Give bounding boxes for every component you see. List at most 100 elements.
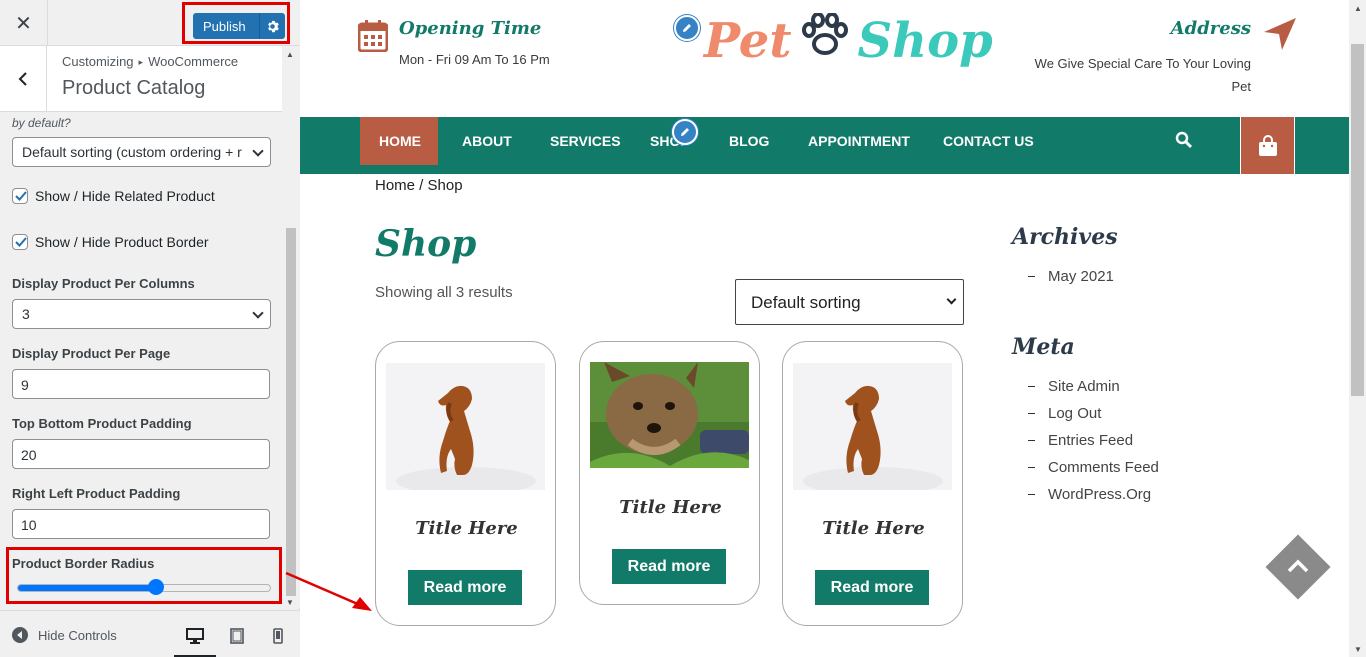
product-card[interactable]: Title Here Read more — [375, 341, 556, 626]
rl-padding-input[interactable]: 10 — [12, 509, 270, 539]
per-columns-select[interactable]: 3 — [12, 299, 271, 329]
gear-icon[interactable] — [259, 13, 285, 39]
mobile-icon[interactable] — [267, 625, 289, 647]
border-radius-slider[interactable] — [17, 584, 271, 592]
border-radius-fill — [18, 585, 157, 591]
breadcrumb-woocommerce: WooCommerce — [148, 54, 239, 69]
location-arrow-icon — [1264, 18, 1296, 50]
meta-entries-feed[interactable]: Entries Feed — [1048, 432, 1133, 449]
nav-about[interactable]: ABOUT — [462, 133, 512, 149]
breadcrumb-customizing: Customizing — [62, 54, 134, 69]
default-sorting-value: Default sorting (custom ordering + r — [22, 144, 242, 160]
tablet-icon[interactable] — [226, 625, 248, 647]
address-block: Address We Give Special Care To Your Lov… — [991, 18, 1251, 98]
shopping-bag-icon — [1258, 134, 1277, 156]
page-title: Shop — [375, 223, 477, 265]
preview-scroll-thumb[interactable] — [1351, 44, 1364, 396]
nav-home[interactable]: HOME — [379, 133, 421, 149]
product-title[interactable]: Title Here — [580, 497, 761, 518]
publish-highlight: Publish — [182, 2, 290, 44]
product-title[interactable]: Title Here — [376, 518, 557, 539]
logo-shop: Shop — [857, 13, 993, 69]
product-card[interactable]: Title Here Read more — [782, 341, 963, 626]
publish-label: Publish — [203, 18, 246, 34]
tb-padding-label: Top Bottom Product Padding — [12, 416, 192, 431]
publish-button[interactable]: Publish — [193, 13, 285, 39]
chevron-down-icon — [252, 307, 264, 319]
scroll-down-icon[interactable]: ▼ — [286, 598, 294, 607]
meta-item[interactable]: Site Admin — [1028, 373, 1159, 400]
rl-padding-label: Right Left Product Padding — [12, 486, 181, 501]
sort-select[interactable]: Default sorting — [735, 279, 964, 325]
address-title: Address — [1170, 18, 1251, 39]
customizer-footer: Hide Controls — [0, 610, 300, 657]
sort-value: Default sorting — [751, 293, 861, 312]
page-breadcrumb: Home / Shop — [375, 177, 463, 194]
chevron-up-icon — [1287, 559, 1309, 573]
meta-item[interactable]: WordPress.Org — [1028, 481, 1159, 508]
nav-contact[interactable]: CONTACT US — [943, 133, 1034, 149]
per-page-input[interactable]: 9 — [12, 369, 270, 399]
border-radius-label: Product Border Radius — [12, 556, 155, 571]
meta-item[interactable]: Comments Feed — [1028, 454, 1159, 481]
archives-list: May 2021 — [1028, 263, 1114, 290]
per-columns-value: 3 — [22, 306, 30, 322]
scroll-down-icon[interactable]: ▼ — [1354, 645, 1362, 654]
meta-log-out[interactable]: Log Out — [1048, 405, 1101, 422]
product-border-checkbox[interactable] — [12, 234, 28, 250]
site-logo[interactable]: Pet Shop — [704, 6, 993, 76]
read-more-button[interactable]: Read more — [612, 549, 726, 584]
hide-controls-button[interactable]: Hide Controls — [12, 627, 117, 643]
meta-item[interactable]: Entries Feed — [1028, 427, 1159, 454]
product-border-label[interactable]: Show / Hide Product Border — [35, 234, 209, 250]
preview-scrollbar[interactable]: ▲ ▼ — [1349, 0, 1366, 657]
address-line-1: We Give Special Care To Your Loving — [1034, 56, 1251, 71]
nav-appointment[interactable]: APPOINTMENT — [808, 133, 910, 149]
product-title[interactable]: Title Here — [783, 518, 964, 539]
product-image[interactable] — [793, 363, 952, 490]
chevron-down-icon — [252, 145, 264, 157]
cart-button[interactable] — [1240, 117, 1295, 174]
border-radius-handle[interactable] — [148, 579, 164, 595]
related-product-label[interactable]: Show / Hide Related Product — [35, 188, 215, 204]
sorting-description: by default? — [12, 116, 71, 130]
calendar-icon — [358, 20, 388, 52]
product-card[interactable]: Title Here Read more — [579, 341, 760, 605]
collapse-icon — [12, 627, 28, 643]
read-more-button[interactable]: Read more — [815, 570, 929, 605]
product-image[interactable] — [590, 362, 749, 468]
check-icon — [15, 191, 27, 201]
scroll-up-icon[interactable]: ▲ — [286, 50, 294, 59]
nav-blog[interactable]: BLOG — [729, 133, 769, 149]
customizer-header: ✕ Publish — [0, 0, 300, 46]
edit-menu-icon[interactable] — [672, 119, 698, 145]
archives-heading: Archives — [1012, 224, 1118, 250]
related-product-checkbox[interactable] — [12, 188, 28, 204]
tb-padding-input[interactable]: 20 — [12, 439, 270, 469]
product-image[interactable] — [386, 363, 545, 490]
meta-wordpress-org[interactable]: WordPress.Org — [1048, 486, 1151, 503]
archive-link[interactable]: May 2021 — [1048, 268, 1114, 285]
back-button[interactable] — [0, 46, 47, 112]
chevron-down-icon — [946, 294, 957, 305]
desktop-icon[interactable] — [184, 625, 206, 647]
scroll-up-icon[interactable]: ▲ — [1354, 4, 1362, 13]
edit-logo-icon[interactable] — [674, 15, 700, 41]
meta-heading: Meta — [1012, 334, 1075, 360]
nav-services[interactable]: SERVICES — [550, 133, 621, 149]
meta-site-admin[interactable]: Site Admin — [1048, 378, 1120, 395]
logo-pet: Pet — [704, 13, 792, 69]
main-nav: HOME ABOUT SERVICES SHOP BLOG APPOINTMEN… — [300, 117, 1349, 174]
address-line-2: Pet — [1231, 79, 1251, 94]
meta-item[interactable]: Log Out — [1028, 400, 1159, 427]
per-page-label: Display Product Per Page — [12, 346, 171, 361]
close-icon[interactable]: ✕ — [0, 0, 48, 46]
default-sorting-select[interactable]: Default sorting (custom ordering + r — [12, 137, 271, 167]
search-icon[interactable] — [1175, 131, 1193, 149]
read-more-button[interactable]: Read more — [408, 570, 522, 605]
breadcrumb: Customizing ▸ WooCommerce — [62, 54, 238, 69]
sidebar-scroll-thumb[interactable] — [286, 228, 296, 596]
meta-comments-feed[interactable]: Comments Feed — [1048, 459, 1159, 476]
archive-item[interactable]: May 2021 — [1028, 263, 1114, 290]
meta-list: Site Admin Log Out Entries Feed Comments… — [1028, 373, 1159, 508]
